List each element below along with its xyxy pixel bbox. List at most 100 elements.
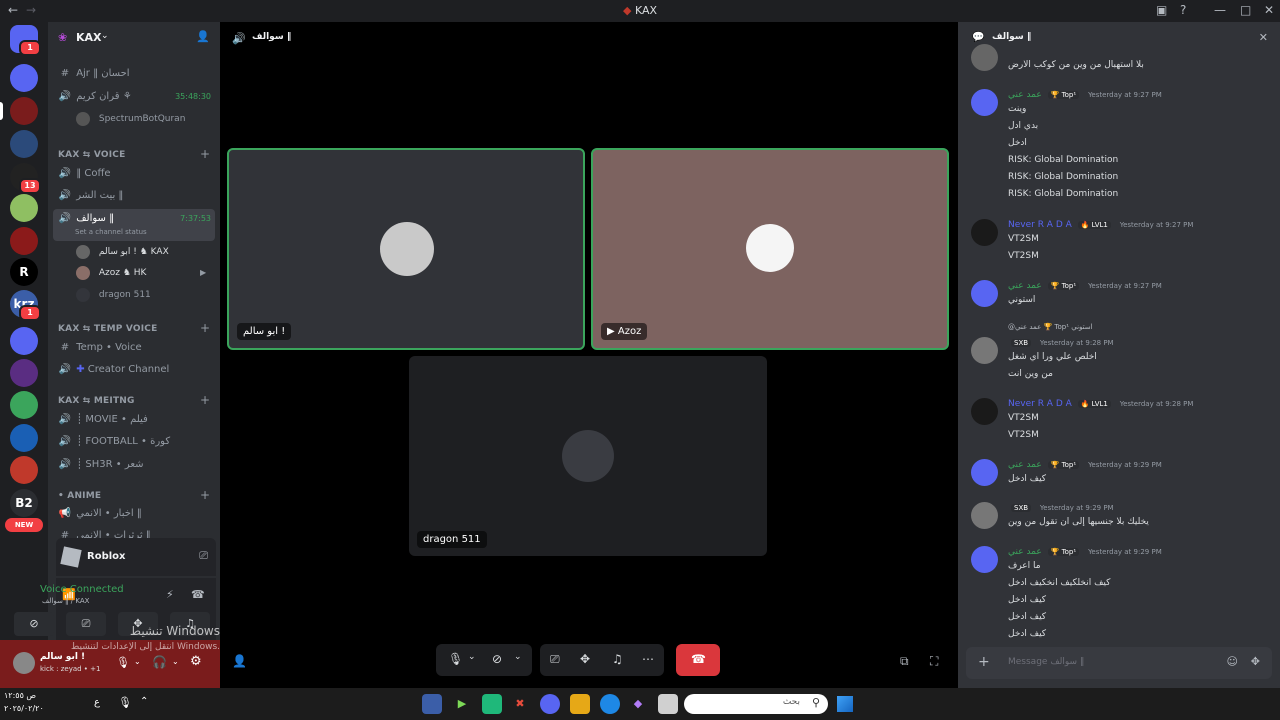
camera-off-icon[interactable]: ⊘ — [492, 652, 502, 666]
taskbar-clock[interactable]: ص ١٢:٥٥ — [4, 691, 36, 700]
server-icon[interactable] — [10, 391, 38, 419]
folder-icon[interactable] — [570, 694, 590, 714]
avatar[interactable] — [971, 219, 998, 246]
channel-ajr[interactable]: # Ajr ‖ احسان — [53, 64, 215, 84]
voice-member[interactable]: ابو سالم ! ♞ KAX — [76, 242, 169, 262]
activities-icon[interactable]: ✥ — [580, 652, 590, 666]
discord-icon[interactable] — [540, 694, 560, 714]
windows-start-icon[interactable] — [837, 696, 853, 712]
microphone-icon[interactable]: 🎙 — [116, 656, 130, 669]
category-anime[interactable]: • ANIME — [58, 491, 101, 501]
server-icon[interactable]: krz 1 — [10, 290, 41, 321]
channel-coffe[interactable]: 🔊 ‖ Coffe — [53, 164, 215, 184]
server-icon[interactable] — [10, 194, 38, 222]
avatar[interactable] — [971, 337, 998, 364]
taskbar-app-icon[interactable]: ▶ — [452, 694, 472, 714]
activity-card[interactable]: Roblox ⎚ — [56, 538, 216, 576]
help-icon[interactable]: ? — [1180, 3, 1186, 17]
chevron-down-icon[interactable]: ⌄ — [514, 652, 522, 662]
language-indicator[interactable]: ع — [94, 697, 100, 708]
noise-suppression-icon[interactable]: ⚡ — [166, 588, 174, 601]
fullscreen-icon[interactable]: ⛶ — [930, 654, 938, 669]
video-tile[interactable]: dragon 511 — [409, 356, 767, 556]
server-icon[interactable]: 1 — [10, 25, 41, 56]
hangup-button[interactable]: ☎ — [676, 644, 720, 676]
video-tile[interactable]: ▶ Azoz — [591, 148, 949, 350]
channel-football[interactable]: 🔊 ┊ FOOTBALL • كورة — [53, 432, 215, 452]
server-icon[interactable] — [10, 130, 38, 158]
close-window-icon[interactable]: ✕ — [1264, 3, 1274, 17]
category-voice[interactable]: KAX ⇆ VOICE — [58, 150, 125, 160]
avatar[interactable] — [971, 89, 998, 116]
maximize-icon[interactable]: □ — [1240, 3, 1251, 17]
inbox-icon[interactable]: ▣ — [1156, 3, 1167, 17]
author-name[interactable]: عمد عني — [1008, 460, 1042, 470]
minimize-icon[interactable]: — — [1214, 3, 1226, 17]
author-name[interactable]: Never R A D A — [1008, 220, 1072, 230]
server-icon[interactable] — [10, 327, 38, 355]
author-name[interactable]: عمد عني — [1008, 90, 1042, 100]
chevron-down-icon[interactable]: ⌄ — [468, 652, 476, 662]
emoji-icon[interactable]: ☺ — [1227, 655, 1238, 668]
server-icon[interactable] — [10, 97, 38, 125]
avatar[interactable] — [971, 280, 998, 307]
camera-off-icon[interactable]: ⊘ — [14, 612, 54, 636]
voice-member[interactable]: SpectrumBotQuran — [76, 109, 185, 129]
screen-share-icon[interactable]: ⎚ — [550, 652, 560, 667]
server-icon[interactable]: B2 — [10, 489, 38, 517]
disconnect-icon[interactable]: ☎ — [191, 588, 205, 601]
avatar[interactable] — [971, 546, 998, 573]
voice-member[interactable]: dragon 511 — [76, 285, 151, 305]
channel-creator[interactable]: 🔊 ✚ Creator Channel — [53, 360, 215, 380]
guild-header[interactable]: ❀ KAX ⌄ 👤 — [48, 22, 220, 54]
channel-bayt[interactable]: 🔊 بيت الشر ‖ — [53, 186, 215, 206]
taskbar-app-icon[interactable] — [482, 694, 502, 714]
apps-icon[interactable]: ✥ — [1251, 655, 1260, 668]
reply-preview[interactable]: @عمد عني 🏆 Top¹ استوني — [1008, 323, 1093, 331]
taskbar-search[interactable]: بحث ⚲ — [684, 694, 828, 714]
author-name[interactable]: عمد عني — [1008, 281, 1042, 291]
microphone-icon[interactable]: 🎙 — [118, 696, 132, 709]
stream-icon[interactable]: ⎚ — [199, 549, 208, 563]
channel-status[interactable]: Set a channel status — [75, 222, 147, 242]
chat-input[interactable]: + Message سوالف ‖ ☺ ✥ — [966, 647, 1272, 679]
server-icon[interactable] — [10, 64, 38, 92]
author-name[interactable]: عمد عني — [1008, 547, 1042, 557]
voice-member[interactable]: Azoz ♞ HK — [76, 263, 146, 283]
avatar[interactable] — [971, 502, 998, 529]
add-channel-icon[interactable]: + — [200, 488, 210, 502]
channel-movie[interactable]: 🔊 ┊ MOVIE • فيلم — [53, 410, 215, 430]
category-temp-voice[interactable]: KAX ⇆ TEMP VOICE — [58, 324, 157, 334]
headphones-icon[interactable]: 🎧 — [152, 655, 167, 669]
chevron-down-icon[interactable]: ⌄ — [172, 657, 179, 666]
server-icon[interactable]: R — [10, 258, 38, 286]
server-icon[interactable] — [10, 424, 38, 452]
chevron-down-icon[interactable]: ⌄ — [134, 657, 141, 666]
server-icon[interactable] — [10, 359, 38, 387]
channel-anime-news[interactable]: 📢 اخبار • الانمي ‖ — [53, 504, 215, 524]
soundboard-icon[interactable]: ♫ — [612, 652, 623, 666]
taskbar-date[interactable]: ٢٠٢٥/٠٢/٢٠ — [4, 704, 44, 713]
taskbar-app-icon[interactable] — [658, 694, 678, 714]
voice-status[interactable]: Voice Connected — [40, 584, 124, 595]
invite-to-call-icon[interactable]: 👤 — [232, 654, 247, 668]
chevron-up-icon[interactable]: ⌃ — [140, 696, 148, 707]
close-icon[interactable]: ✕ — [1259, 31, 1268, 44]
server-icon[interactable] — [10, 227, 38, 255]
avatar[interactable] — [971, 398, 998, 425]
add-attachment-icon[interactable]: + — [978, 654, 990, 670]
channel-quran[interactable]: 🔊 قران كريم ⚘ 35:48:30 — [53, 87, 215, 107]
edge-browser-icon[interactable] — [600, 694, 620, 714]
server-icon[interactable]: 13 — [10, 163, 41, 194]
add-channel-icon[interactable]: + — [200, 393, 210, 407]
taskbar-app-icon[interactable]: ◆ — [628, 694, 648, 714]
microphone-icon[interactable]: 🎙 — [448, 652, 463, 666]
taskbar-app-icon[interactable]: ✖ — [510, 694, 530, 714]
settings-gear-icon[interactable]: ⚙ — [190, 654, 202, 669]
taskbar-app-icon[interactable] — [422, 694, 442, 714]
popout-icon[interactable]: ⧉ — [900, 654, 909, 669]
server-icon[interactable] — [10, 456, 38, 484]
add-channel-icon[interactable]: + — [200, 147, 210, 161]
channel-sawalef-active[interactable]: 🔊 سوالف ‖ 7:37:53 Set a channel status — [53, 209, 215, 241]
channel-sh3r[interactable]: 🔊 ┊ SH3R • شعر — [53, 455, 215, 475]
